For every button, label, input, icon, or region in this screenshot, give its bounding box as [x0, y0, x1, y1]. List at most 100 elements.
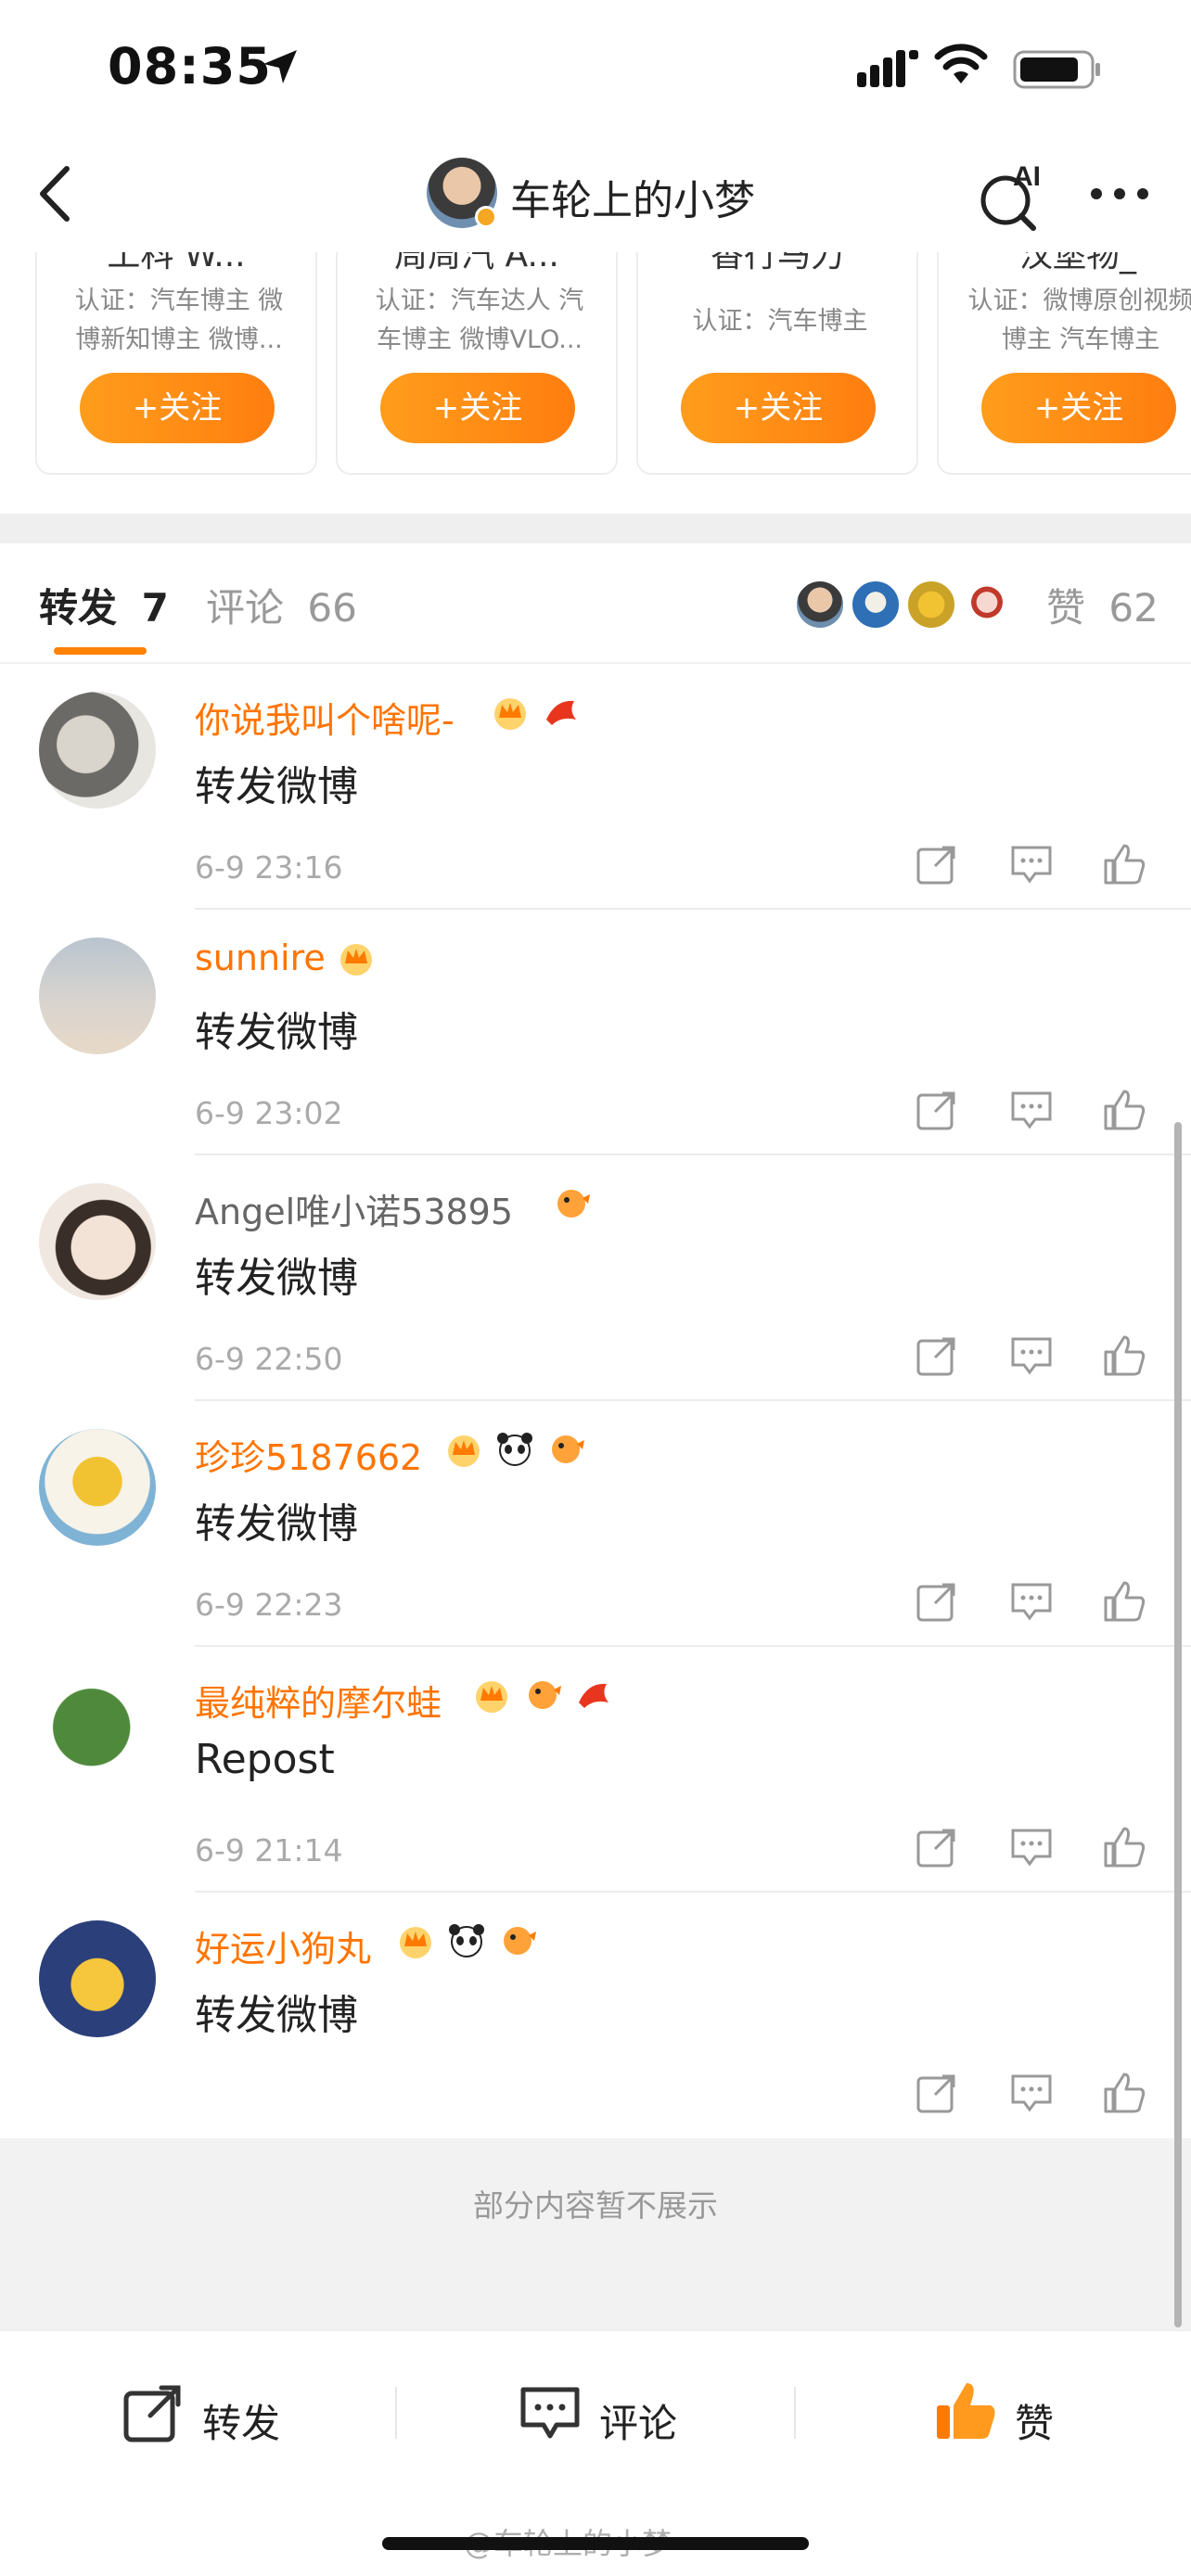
- list-item[interactable]: 你说我叫个啥呢- 转发微博 6-9 23:16: [0, 664, 1191, 910]
- liker-avatar[interactable]: [794, 579, 846, 631]
- location-arrow-icon: [263, 50, 297, 83]
- panda-badge-icon: [497, 1433, 533, 1466]
- recommend-card[interactable]: 香行马力 认证：汽车博主 +关注: [636, 252, 918, 475]
- like-icon[interactable]: [1100, 1332, 1148, 1380]
- tab-repost-count: 7: [141, 585, 169, 631]
- user-name[interactable]: 珍珍5187662: [195, 1429, 422, 1480]
- card-name: 香行马力: [710, 252, 844, 274]
- section-divider: [0, 514, 1191, 543]
- recommend-card[interactable]: 汉堡物_ 认证：微博原创视频博主 汽车博主 +关注: [937, 252, 1191, 475]
- cellular-signal-icon: [857, 50, 918, 87]
- comment-icon[interactable]: [1007, 2069, 1056, 2117]
- like-icon[interactable]: [1100, 1577, 1148, 1626]
- repost-icon[interactable]: [913, 1823, 961, 1871]
- hidden-content-notice: 部分内容暂不展示: [0, 2138, 1191, 2329]
- avatar[interactable]: [39, 937, 156, 1054]
- card-name: 周周汽 A...: [394, 252, 559, 274]
- crown-badge-icon: [400, 1927, 431, 1958]
- panda-badge-icon: [449, 1924, 485, 1958]
- tab-comment-count: 66: [307, 585, 357, 631]
- tab-like-label: 赞: [1046, 585, 1086, 631]
- user-name[interactable]: 你说我叫个啥呢-: [195, 692, 455, 743]
- repost-time: 6-9 23:02: [195, 1095, 343, 1131]
- comment-icon[interactable]: [1007, 1823, 1056, 1871]
- repost-icon[interactable]: [913, 1086, 961, 1134]
- recommend-card[interactable]: 周周汽 A... 认证：汽车达人 汽车博主 微博VLO... +关注: [336, 252, 618, 475]
- repost-content: Repost: [195, 1736, 335, 1783]
- tab-repost[interactable]: 转发 7: [39, 577, 169, 633]
- list-item[interactable]: Angel唯小诺53895 转发微博 6-9 22:50: [0, 1155, 1191, 1401]
- avatar[interactable]: [39, 1429, 156, 1546]
- ai-search-icon[interactable]: AI: [978, 158, 1048, 232]
- list-item[interactable]: 珍珍5187662 转发微博 6-9 22:23: [0, 1401, 1191, 1647]
- avatar[interactable]: [39, 1183, 156, 1300]
- card-name: 工科 W...: [107, 252, 246, 274]
- home-indicator: [382, 2537, 809, 2550]
- repost-button[interactable]: 转发: [121, 2376, 306, 2450]
- nav-bar: 车轮上的小梦 AI: [0, 139, 1191, 252]
- tab-comment[interactable]: 评论 66: [206, 577, 357, 633]
- comment-icon[interactable]: [1007, 840, 1056, 888]
- avatar[interactable]: [39, 1920, 156, 2037]
- avatar[interactable]: [39, 692, 156, 809]
- like-icon[interactable]: [1100, 840, 1148, 888]
- crown-badge-icon: [340, 944, 372, 976]
- list-item[interactable]: sunnire 转发微博 6-9 23:02: [0, 910, 1191, 1155]
- recommend-card[interactable]: 工科 W... 认证：汽车博主 微博新知博主 微博... +关注: [35, 252, 317, 475]
- tab-like[interactable]: 赞 62: [1046, 577, 1159, 633]
- repost-label: 转发: [202, 2401, 281, 2446]
- repost-icon[interactable]: [913, 1332, 961, 1380]
- follow-button[interactable]: +关注: [981, 373, 1176, 443]
- repost-content: 转发微博: [195, 1255, 358, 1302]
- list-item[interactable]: 好运小狗丸 转发微博: [0, 1893, 1191, 2138]
- liker-avatar[interactable]: [961, 579, 1013, 631]
- repost-time: 6-9 22:50: [195, 1341, 343, 1377]
- card-description: 认证：汽车博主 微博新知博主 微博...: [74, 287, 284, 354]
- comment-icon[interactable]: [1007, 1332, 1056, 1380]
- repost-time: 6-9 22:23: [195, 1587, 343, 1623]
- user-badges: [471, 1675, 620, 1717]
- repost-content: 转发微博: [195, 1500, 358, 1548]
- back-chevron-icon[interactable]: [28, 159, 83, 228]
- comment-button[interactable]: 评论: [518, 2376, 703, 2450]
- interaction-tabs: 转发 7 评论 66 赞 62: [0, 543, 1191, 664]
- tab-repost-label: 转发: [39, 585, 118, 631]
- more-options-icon[interactable]: [1087, 180, 1152, 208]
- user-name[interactable]: 最纯粹的摩尔蛙: [195, 1675, 442, 1726]
- user-name[interactable]: 好运小狗丸: [195, 1920, 371, 1971]
- user-name[interactable]: Angel唯小诺53895: [195, 1183, 513, 1234]
- avatar[interactable]: [39, 1675, 156, 1792]
- repost-content: 转发微博: [195, 1009, 358, 1056]
- thumbs-up-icon: [937, 2383, 995, 2439]
- comment-icon: [520, 2387, 580, 2439]
- repost-icon[interactable]: [913, 840, 961, 888]
- comment-icon[interactable]: [1007, 1577, 1056, 1626]
- like-button[interactable]: 赞: [933, 2376, 1082, 2450]
- follow-button[interactable]: +关注: [380, 373, 575, 443]
- like-icon[interactable]: [1100, 1823, 1148, 1871]
- follow-button[interactable]: +关注: [80, 373, 275, 443]
- like-label: 赞: [1015, 2401, 1055, 2446]
- ai-label: AI: [1013, 161, 1041, 192]
- page-title[interactable]: 车轮上的小梦: [510, 167, 755, 226]
- pufferfish-badge-icon: [557, 1190, 590, 1218]
- follow-button[interactable]: +关注: [681, 373, 876, 443]
- repost-icon[interactable]: [913, 2069, 961, 2117]
- card-description: 认证：微博原创视频博主 汽车博主: [967, 287, 1191, 354]
- list-item[interactable]: 最纯粹的摩尔蛙 Repost 6-9 21:14: [0, 1647, 1191, 1893]
- koi-badge-icon: [546, 700, 577, 725]
- comment-label: 评论: [599, 2401, 678, 2446]
- status-bar: 08:35: [0, 0, 1191, 139]
- tab-like-count: 62: [1108, 585, 1159, 631]
- user-name[interactable]: sunnire: [195, 937, 326, 978]
- repost-time: 6-9 21:14: [195, 1832, 343, 1868]
- liker-avatar[interactable]: [905, 579, 957, 631]
- status-time: 08:35: [108, 37, 272, 96]
- like-icon[interactable]: [1100, 2069, 1148, 2117]
- like-icon[interactable]: [1100, 1086, 1148, 1134]
- comment-icon[interactable]: [1007, 1086, 1056, 1134]
- repost-icon[interactable]: [913, 1577, 961, 1626]
- card-description: 认证：汽车达人 汽车博主 微博VLO...: [375, 287, 584, 354]
- liker-avatar[interactable]: [850, 579, 902, 631]
- scrollbar[interactable]: [1174, 1122, 1182, 2327]
